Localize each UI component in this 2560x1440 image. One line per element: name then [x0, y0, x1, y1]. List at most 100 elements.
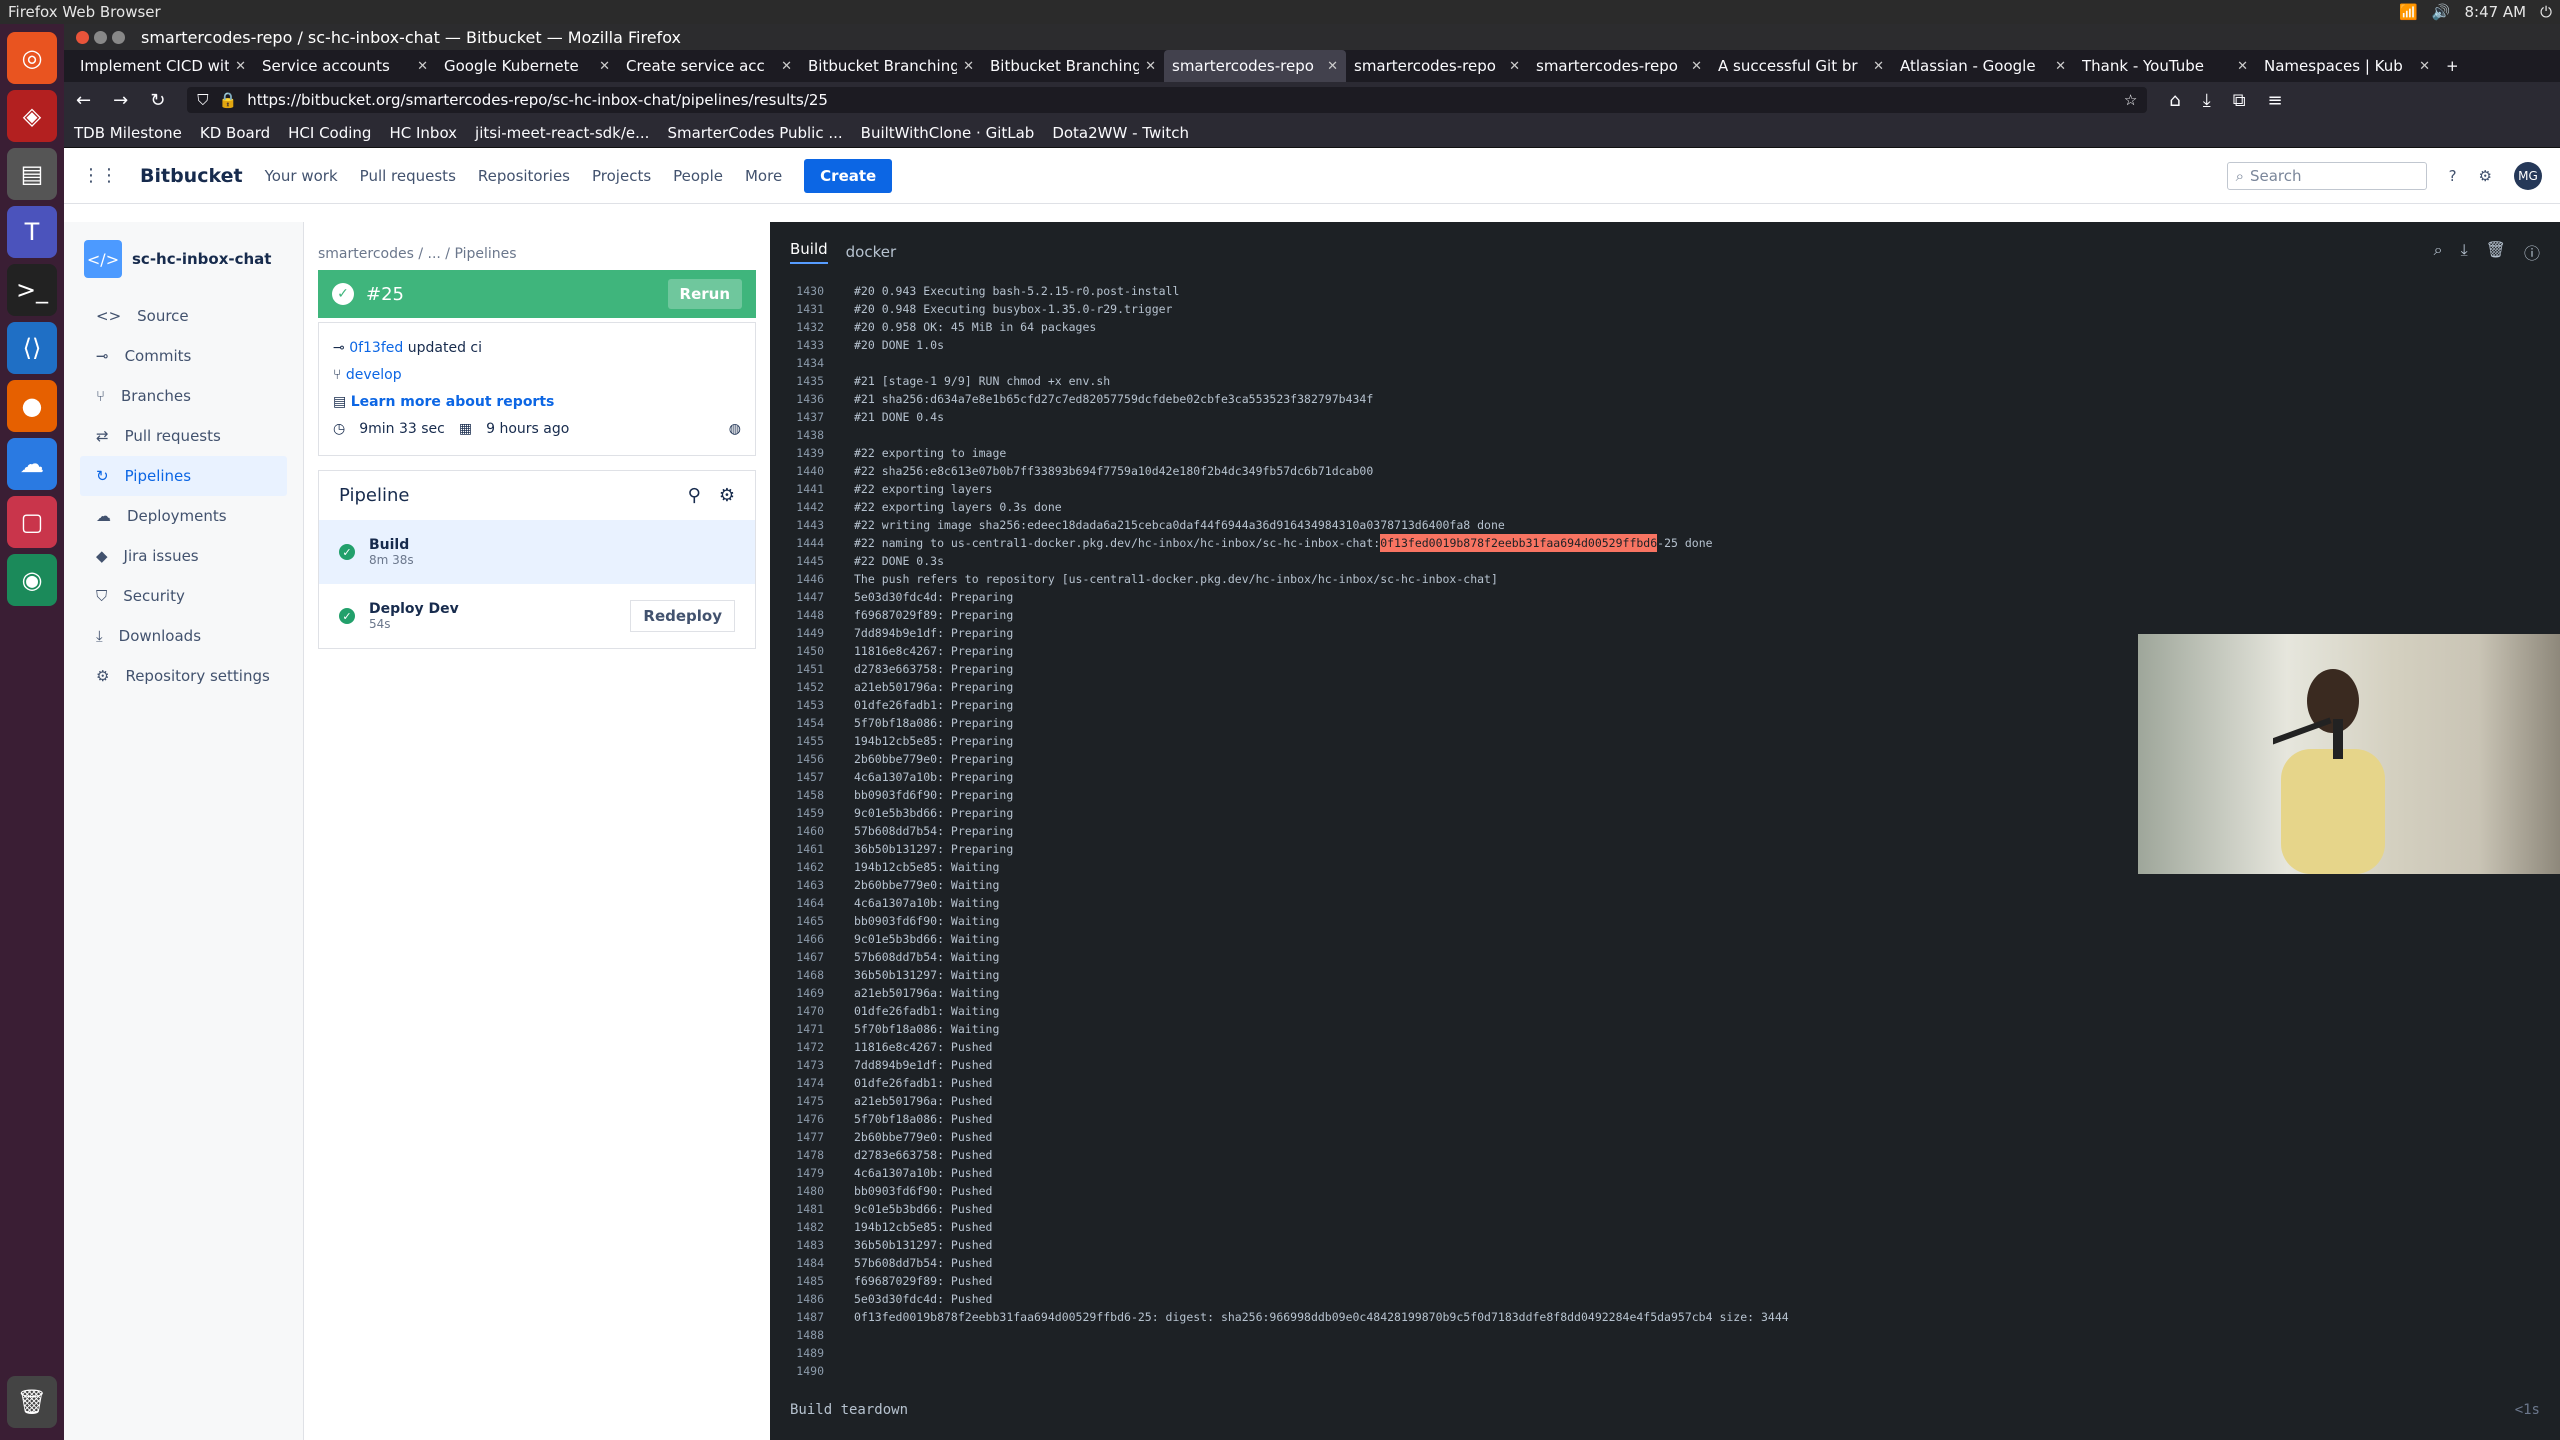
step-deploy-dev[interactable]: ✓ Deploy Dev 54s Redeploy	[319, 584, 755, 648]
tab-item[interactable]: Implement CICD with ✕	[72, 50, 254, 82]
extensions-icon[interactable]: ⧉	[2233, 90, 2246, 111]
reload-icon[interactable]: ↻	[150, 90, 165, 111]
close-window-icon[interactable]	[76, 30, 89, 44]
screen-recorder-icon[interactable]: ▢	[7, 496, 57, 548]
info-icon[interactable]: ⓘ	[2524, 240, 2540, 264]
gear-icon[interactable]: ⚙	[2479, 167, 2492, 185]
nav-pull-requests[interactable]: Pull requests	[360, 167, 456, 185]
help-icon[interactable]: ?	[2449, 167, 2457, 185]
tab-build[interactable]: Build	[790, 240, 828, 264]
dota-icon[interactable]: ◈	[7, 90, 57, 142]
sidebar-item-commits[interactable]: ⊸ Commits	[64, 336, 303, 376]
tab-close-icon[interactable]: ✕	[963, 59, 974, 74]
tab-close-icon[interactable]: ✕	[1327, 59, 1338, 74]
tab-item[interactable]: smartercodes-repo ✕	[1346, 50, 1528, 82]
branch-link[interactable]: develop	[346, 367, 402, 383]
create-button[interactable]: Create	[804, 158, 893, 193]
nav-projects[interactable]: Projects	[592, 167, 651, 185]
bookmark-item[interactable]: BuiltWithClone · GitLab	[861, 124, 1035, 142]
pocket-icon[interactable]: ⌂	[2169, 90, 2180, 111]
bookmark-item[interactable]: KD Board	[200, 124, 270, 142]
sidebar-item-branches[interactable]: ⑂ Branches	[64, 376, 303, 416]
breadcrumb[interactable]: smartercodes / ... / Pipelines	[304, 222, 770, 270]
redeploy-button[interactable]: Redeploy	[630, 600, 735, 632]
nav-people[interactable]: People	[673, 167, 723, 185]
cloud-icon[interactable]: ☁	[7, 438, 57, 490]
vscode-icon[interactable]: ⟨⟩	[7, 322, 57, 374]
download-icon[interactable]: ⤓	[2461, 240, 2468, 264]
minimize-window-icon[interactable]	[94, 30, 107, 44]
bookmark-item[interactable]: HC Inbox	[389, 124, 457, 142]
bookmark-item[interactable]: SmarterCodes Public ...	[667, 124, 842, 142]
url-text[interactable]: https://bitbucket.org/smartercodes-repo/…	[247, 91, 2114, 109]
tab-close-icon[interactable]: ✕	[1509, 59, 1520, 74]
maximize-window-icon[interactable]	[112, 30, 125, 44]
tab-item[interactable]: Service accounts ✕	[254, 50, 436, 82]
sidebar-item-security[interactable]: ⛉ Security	[64, 576, 303, 616]
trash-icon[interactable]: 🗑	[2486, 240, 2506, 264]
sidebar-item-jira[interactable]: ◆ Jira issues	[64, 536, 303, 576]
tab-item[interactable]: Bitbucket Branching ✕	[982, 50, 1164, 82]
shield-icon[interactable]: ⛉	[197, 91, 208, 109]
nav-more[interactable]: More	[745, 167, 782, 185]
clock[interactable]: 8:47 AM	[2464, 3, 2526, 21]
tab-close-icon[interactable]: ✕	[417, 59, 428, 74]
tab-item[interactable]: smartercodes-repo ✕	[1528, 50, 1710, 82]
bookmark-item[interactable]: Dota2WW - Twitch	[1052, 124, 1189, 142]
tab-close-icon[interactable]: ✕	[781, 59, 792, 74]
rerun-button[interactable]: Rerun	[667, 279, 742, 309]
tab-close-icon[interactable]: ✕	[1145, 59, 1156, 74]
sidebar-item-pull-requests[interactable]: ⇄ Pull requests	[64, 416, 303, 456]
commit-link[interactable]: 0f13fed	[349, 340, 403, 356]
tab-close-icon[interactable]: ✕	[2055, 59, 2066, 74]
new-tab-button[interactable]: +	[2438, 50, 2478, 82]
tab-item[interactable]: Thank - YouTube ✕	[2074, 50, 2256, 82]
search-input[interactable]: ⌕ Search	[2226, 161, 2427, 190]
nav-your-work[interactable]: Your work	[265, 167, 338, 185]
terminal-icon[interactable]: >_	[7, 264, 57, 316]
tab-close-icon[interactable]: ✕	[2419, 59, 2430, 74]
search-icon[interactable]: ⌕	[2434, 240, 2443, 264]
sidebar-item-settings[interactable]: ⚙ Repository settings	[64, 656, 303, 696]
bookmark-star-icon[interactable]: ☆	[2124, 91, 2137, 109]
bookmark-item[interactable]: HCI Coding	[288, 124, 371, 142]
tab-item[interactable]: Create service acc ✕	[618, 50, 800, 82]
tab-item[interactable]: A successful Git br ✕	[1710, 50, 1892, 82]
ubuntu-icon[interactable]: ◎	[7, 32, 57, 84]
app-switcher-icon[interactable]: ⋮⋮	[82, 165, 118, 186]
back-icon[interactable]: ←	[76, 90, 91, 111]
tab-close-icon[interactable]: ✕	[1873, 59, 1884, 74]
tray-icons[interactable]: 📶 🔊 8:47 AM ⏻	[2399, 3, 2552, 21]
tab-close-icon[interactable]: ✕	[235, 59, 246, 74]
bookmark-item[interactable]: jitsi-meet-react-sdk/e...	[475, 124, 649, 142]
tab-close-icon[interactable]: ✕	[1691, 59, 1702, 74]
browser-icon[interactable]: ◉	[7, 554, 57, 606]
sidebar-item-deployments[interactable]: ☁ Deployments	[64, 496, 303, 536]
firefox-icon[interactable]: ●	[7, 380, 57, 432]
lock-icon[interactable]: 🔒	[219, 91, 238, 109]
repo-header[interactable]: </> sc-hc-inbox-chat	[64, 222, 303, 296]
downloads-icon[interactable]: ⤓	[2203, 90, 2211, 111]
tab-item[interactable]: Google Kubernete ✕	[436, 50, 618, 82]
sidebar-item-source[interactable]: <> Source	[64, 296, 303, 336]
sidebar-item-downloads[interactable]: ⤓ Downloads	[64, 616, 303, 656]
teams-icon[interactable]: T	[7, 206, 57, 258]
tab-item[interactable]: Bitbucket Branching ✕	[800, 50, 982, 82]
url-bar[interactable]: ⛉ 🔒 https://bitbucket.org/smartercodes-r…	[187, 87, 2148, 113]
tab-item-active[interactable]: smartercodes-repo ✕	[1164, 50, 1346, 82]
user-icon[interactable]: ◍	[729, 416, 741, 443]
forward-icon[interactable]: →	[113, 90, 128, 111]
tab-docker[interactable]: docker	[846, 243, 897, 261]
bitbucket-logo[interactable]: Bitbucket	[140, 165, 243, 187]
power-icon[interactable]: ⏻	[2540, 3, 2552, 21]
sidebar-item-pipelines[interactable]: ↻ Pipelines	[80, 456, 287, 496]
menu-icon[interactable]: ≡	[2268, 90, 2283, 111]
trash-icon[interactable]: 🗑	[7, 1376, 57, 1428]
bookmark-item[interactable]: TDB Milestone	[74, 124, 182, 142]
volume-icon[interactable]: 🔊	[2432, 3, 2451, 21]
settings-icon[interactable]: ⚙	[719, 485, 735, 506]
nav-repositories[interactable]: Repositories	[478, 167, 570, 185]
tab-close-icon[interactable]: ✕	[2237, 59, 2248, 74]
pin-icon[interactable]: ⚲	[688, 485, 701, 506]
reports-link[interactable]: Learn more about reports	[351, 394, 555, 410]
